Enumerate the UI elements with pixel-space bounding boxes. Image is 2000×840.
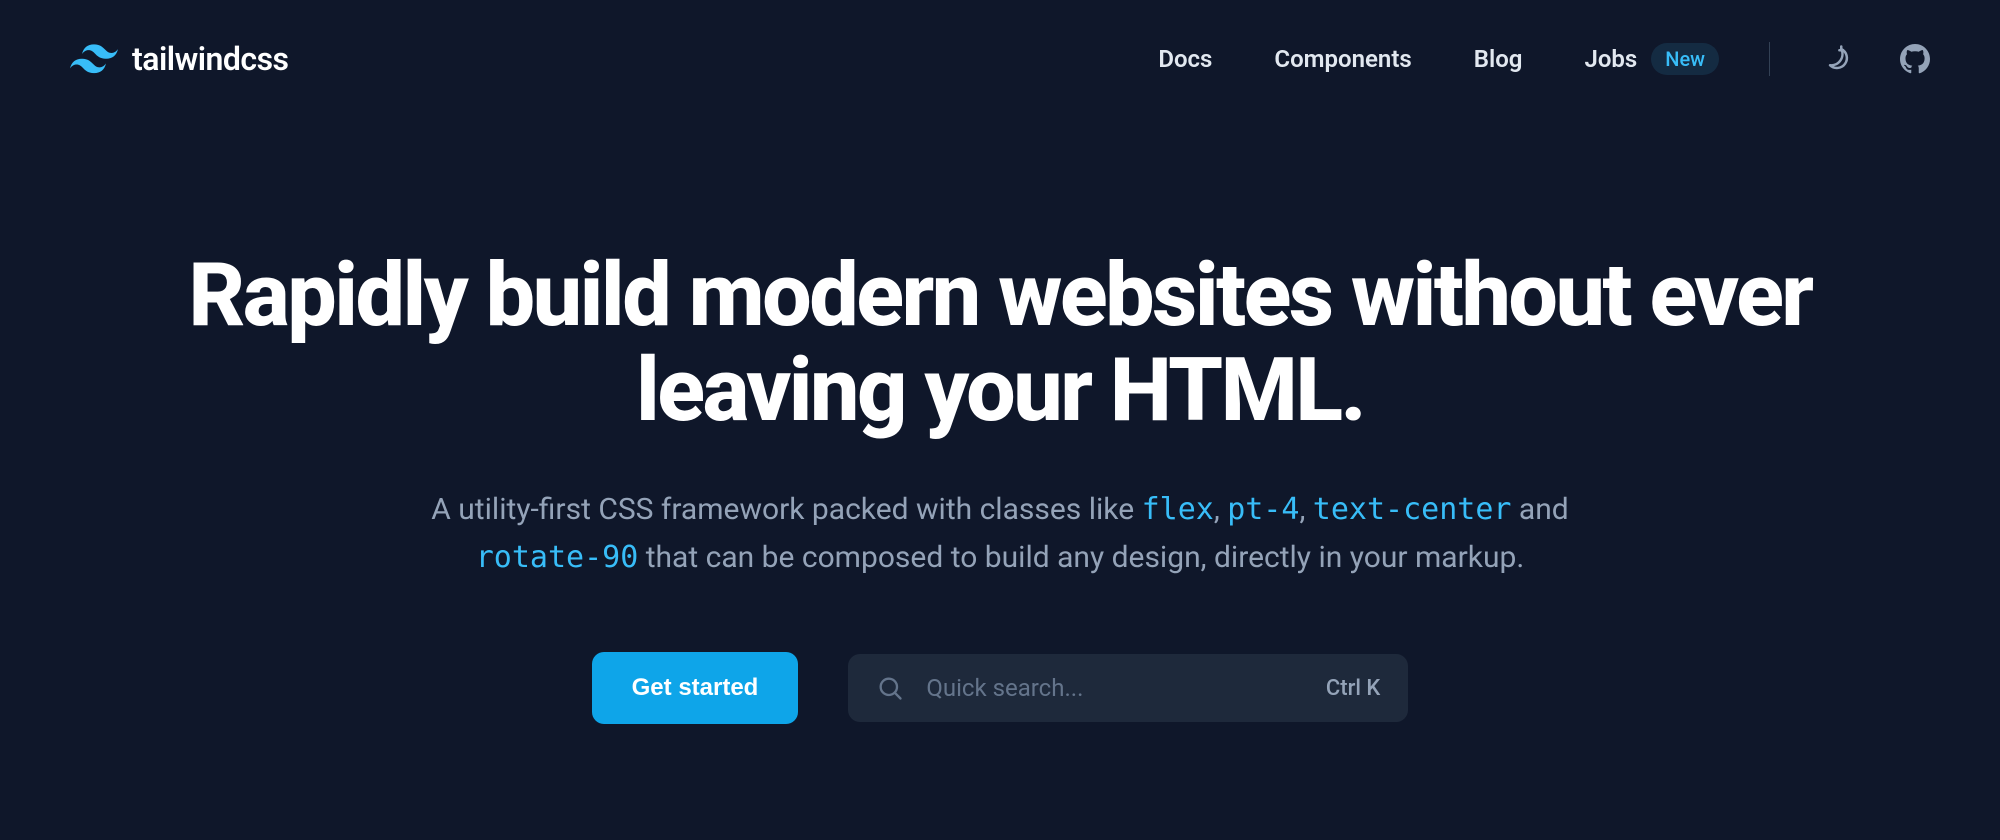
quick-search-button[interactable]: Quick search... Ctrl K [848, 654, 1408, 722]
logo[interactable]: tailwindcss [70, 40, 288, 78]
github-icon[interactable] [1900, 44, 1930, 74]
nav-jobs-label: Jobs [1584, 45, 1637, 73]
hero-subtitle: A utility-first CSS framework packed wit… [400, 486, 1600, 582]
logo-text: tailwindcss [132, 40, 288, 78]
subtitle-text: A utility-first CSS framework packed wit… [431, 492, 1141, 527]
code-token-pt4: pt-4 [1227, 492, 1299, 527]
nav-blog[interactable]: Blog [1474, 45, 1523, 73]
separator: and [1511, 492, 1568, 527]
search-icon [876, 674, 904, 702]
subtitle-text: that can be composed to build any design… [638, 540, 1524, 575]
get-started-button[interactable]: Get started [592, 652, 799, 724]
nav-components[interactable]: Components [1274, 45, 1411, 73]
separator: , [1299, 492, 1312, 527]
theme-toggle-icon[interactable] [1820, 44, 1850, 74]
nav-jobs[interactable]: Jobs New [1584, 43, 1719, 75]
separator: , [1214, 492, 1227, 527]
code-token-flex: flex [1142, 492, 1214, 527]
search-placeholder: Quick search... [926, 674, 1304, 702]
tailwind-logo-icon [70, 44, 118, 74]
nav-docs[interactable]: Docs [1158, 45, 1212, 73]
code-token-rotate90: rotate-90 [476, 540, 639, 575]
hero-title: Rapidly build modern websites without ev… [120, 248, 1880, 438]
search-shortcut: Ctrl K [1326, 676, 1380, 701]
nav-links: Docs Components Blog Jobs New [1158, 43, 1719, 75]
new-badge: New [1651, 43, 1719, 75]
code-token-text-center: text-center [1313, 492, 1512, 527]
divider [1769, 42, 1770, 76]
